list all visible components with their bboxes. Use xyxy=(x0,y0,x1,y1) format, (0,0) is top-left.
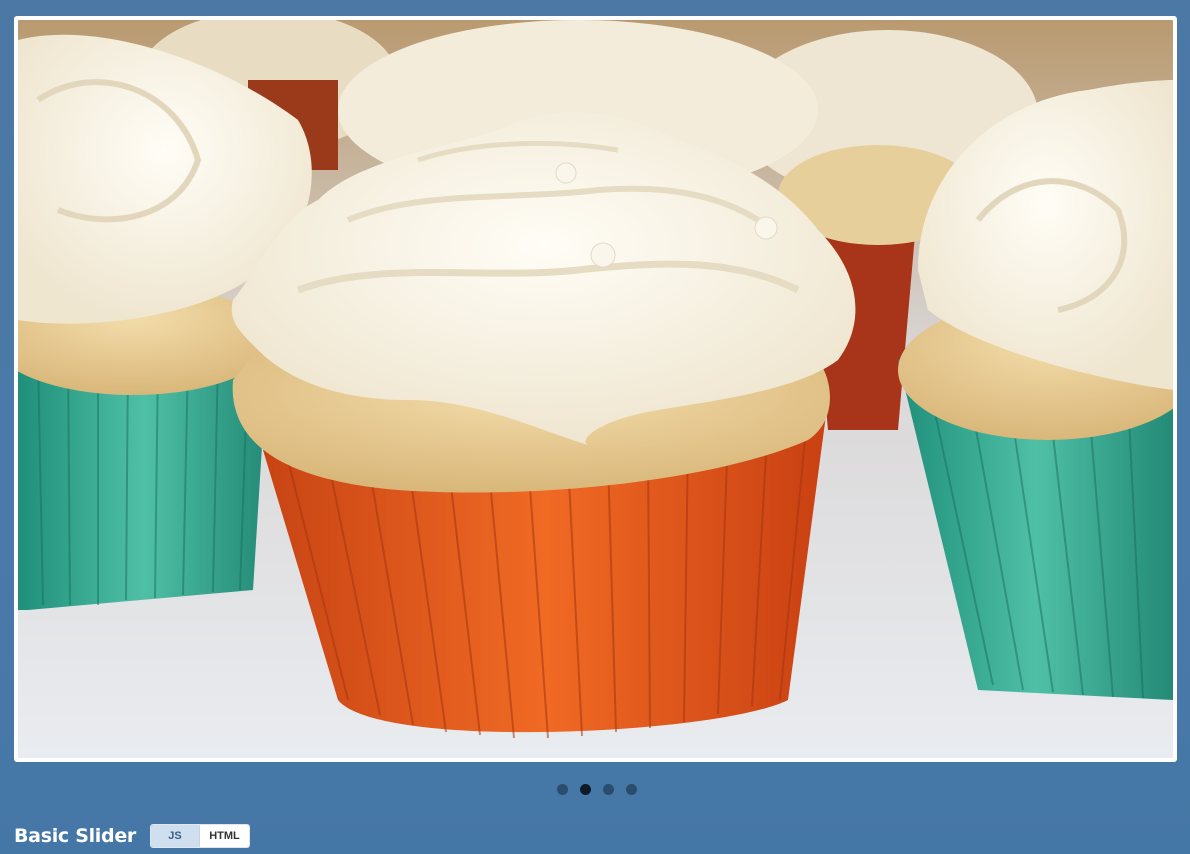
code-toggle: JS HTML xyxy=(149,824,250,848)
pager-dot-3[interactable] xyxy=(603,784,614,795)
slider-pager xyxy=(0,784,1190,795)
slide-image[interactable] xyxy=(18,20,1173,758)
slider-frame xyxy=(14,16,1177,762)
pager-dot-1[interactable] xyxy=(557,784,568,795)
html-toggle-button[interactable]: HTML xyxy=(198,825,249,847)
cupcakes-photo xyxy=(18,20,1173,758)
js-toggle-button[interactable]: JS xyxy=(150,825,199,847)
demo-title: Basic Slider xyxy=(14,825,136,847)
demo-footer: Basic Slider JS HTML xyxy=(14,824,250,848)
pager-dot-4[interactable] xyxy=(626,784,637,795)
pager-dot-2[interactable] xyxy=(580,784,591,795)
